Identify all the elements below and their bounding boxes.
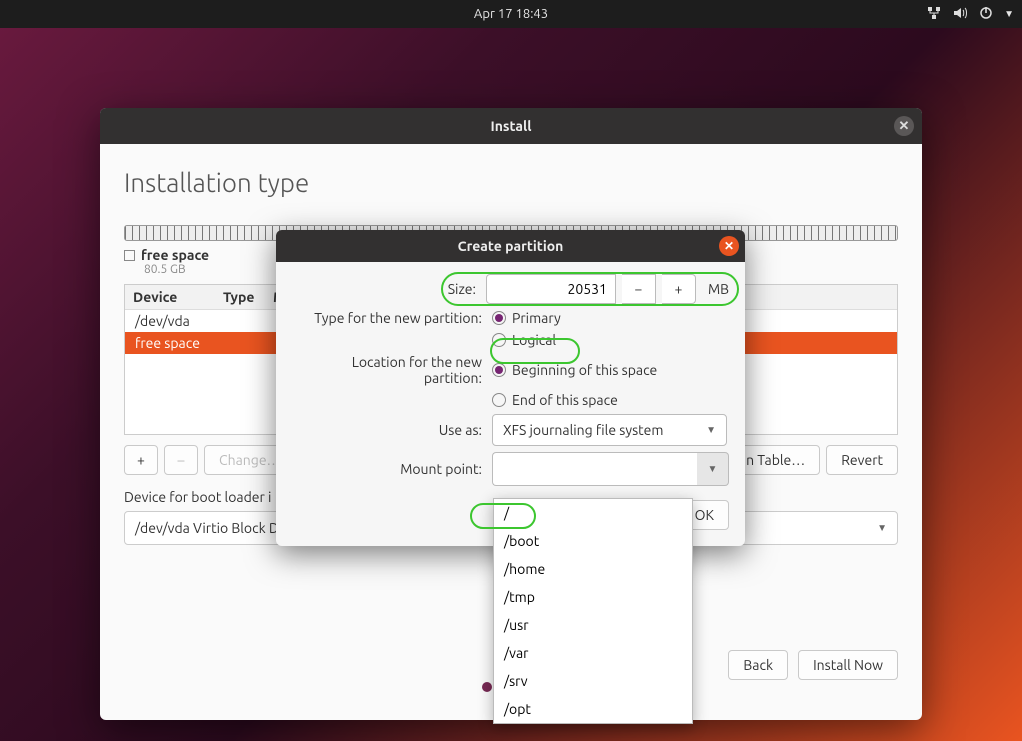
- menu-caret-icon[interactable]: ▼: [1004, 8, 1014, 20]
- clock: Apr 17 18:43: [474, 7, 548, 21]
- partition-type-label: Type for the new partition:: [292, 310, 492, 326]
- col-type: Type: [223, 289, 273, 305]
- location-label: Location for the new partition:: [292, 354, 492, 386]
- dialog-close-button[interactable]: ✕: [719, 236, 739, 256]
- free-space-label: free space: [141, 247, 209, 263]
- mount-option-root[interactable]: /: [494, 499, 692, 527]
- mount-point-menu: / /boot /home /tmp /usr /var /srv /opt: [493, 498, 693, 724]
- radio-beginning[interactable]: Beginning of this space: [492, 362, 729, 378]
- dialog-title: Create partition: [458, 238, 564, 254]
- dialog-titlebar: Create partition ✕: [276, 230, 745, 262]
- system-tray[interactable]: ▼: [926, 5, 1014, 24]
- mount-option-srv[interactable]: /srv: [494, 667, 692, 695]
- volume-icon[interactable]: [952, 5, 968, 24]
- use-as-value: XFS journaling file system: [503, 422, 663, 438]
- remove-partition-button[interactable]: –: [164, 445, 198, 475]
- col-device: Device: [133, 289, 223, 305]
- mount-option-boot[interactable]: /boot: [494, 527, 692, 555]
- radio-end[interactable]: End of this space: [492, 392, 729, 408]
- radio-icon: [492, 333, 506, 347]
- size-increment-button[interactable]: +: [662, 274, 696, 304]
- radio-primary-label: Primary: [512, 310, 561, 326]
- radio-icon: [492, 393, 506, 407]
- size-label: Size:: [292, 281, 486, 297]
- dot: [482, 682, 492, 692]
- radio-primary[interactable]: Primary: [492, 310, 729, 326]
- free-space-swatch: [124, 250, 135, 261]
- radio-logical-label: Logical: [512, 332, 556, 348]
- network-icon[interactable]: [926, 5, 942, 24]
- back-button[interactable]: Back: [728, 650, 788, 680]
- mount-point-label: Mount point:: [292, 461, 492, 477]
- page-title: Installation type: [124, 168, 898, 197]
- radio-logical[interactable]: Logical: [492, 332, 729, 348]
- use-as-label: Use as:: [292, 422, 492, 438]
- install-now-button[interactable]: Install Now: [798, 650, 898, 680]
- chevron-down-icon: ▼: [708, 463, 718, 475]
- radio-icon: [492, 363, 506, 377]
- mount-option-var[interactable]: /var: [494, 639, 692, 667]
- revert-button[interactable]: Revert: [826, 445, 898, 475]
- power-icon[interactable]: [978, 5, 994, 24]
- window-titlebar: Install ✕: [100, 108, 922, 144]
- top-bar: Apr 17 18:43 ▼: [0, 0, 1022, 28]
- size-input[interactable]: [486, 274, 616, 304]
- radio-end-label: End of this space: [512, 392, 618, 408]
- mount-option-usr[interactable]: /usr: [494, 611, 692, 639]
- window-title: Install: [491, 118, 532, 134]
- mount-point-dropdown-button[interactable]: ▼: [697, 452, 729, 486]
- mount-option-tmp[interactable]: /tmp: [494, 583, 692, 611]
- window-close-button[interactable]: ✕: [894, 116, 914, 136]
- mount-option-opt[interactable]: /opt: [494, 695, 692, 723]
- radio-beginning-label: Beginning of this space: [512, 362, 657, 378]
- mount-point-input[interactable]: [492, 452, 697, 486]
- nav-buttons: Back Install Now: [728, 650, 898, 680]
- add-partition-button[interactable]: +: [124, 445, 158, 475]
- size-decrement-button[interactable]: −: [622, 274, 656, 304]
- chevron-down-icon: ▼: [877, 522, 887, 534]
- use-as-dropdown[interactable]: XFS journaling file system ▼: [492, 414, 727, 446]
- radio-icon: [492, 311, 506, 325]
- mount-option-home[interactable]: /home: [494, 555, 692, 583]
- chevron-down-icon: ▼: [706, 424, 716, 436]
- size-unit: MB: [708, 281, 729, 297]
